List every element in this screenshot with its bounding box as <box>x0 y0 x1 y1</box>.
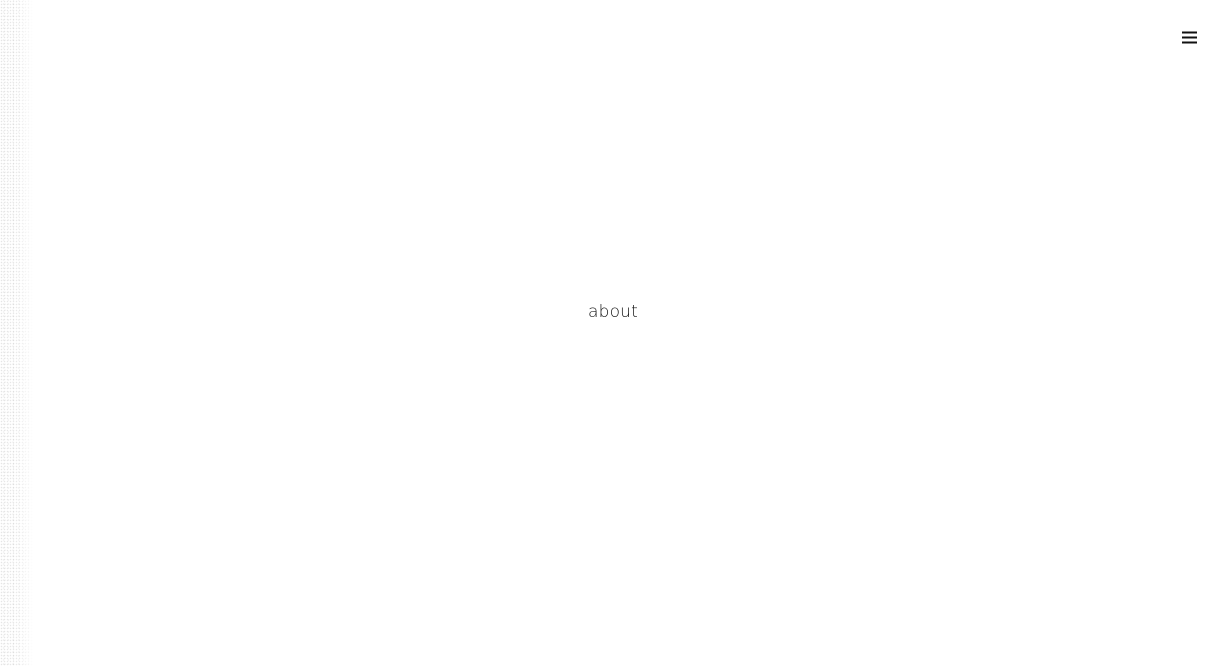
decorative-side-strip <box>0 0 34 666</box>
about-link[interactable]: about <box>588 302 638 322</box>
menu-button[interactable] <box>1176 26 1202 48</box>
hamburger-menu-icon <box>1181 31 1197 44</box>
about-link-container: about <box>0 300 1226 324</box>
